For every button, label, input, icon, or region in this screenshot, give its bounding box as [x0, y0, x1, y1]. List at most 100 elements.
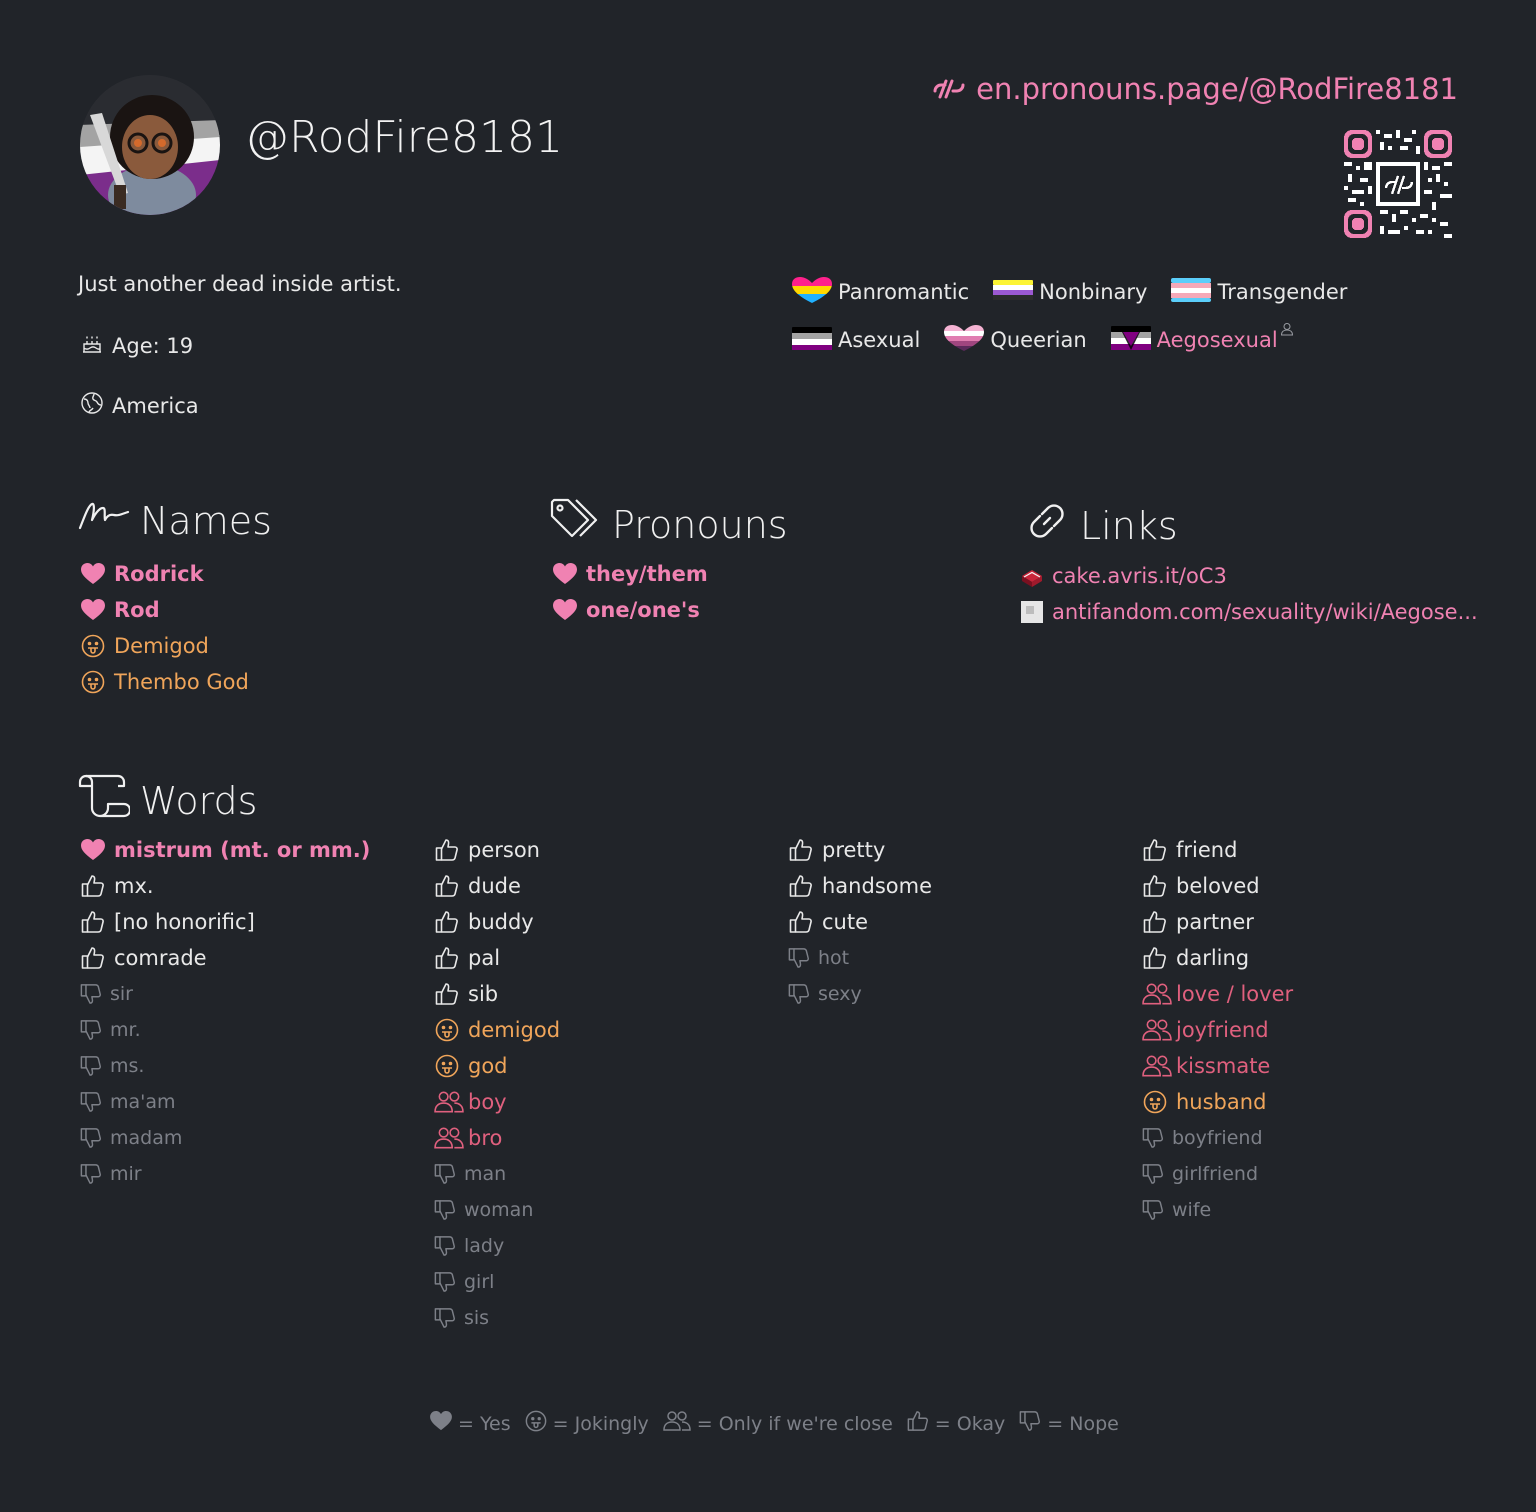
asexual-flag-icon	[792, 325, 838, 356]
queerian-flag-icon	[944, 324, 990, 356]
word-label: girl	[464, 1271, 495, 1293]
profile-url-text[interactable]: en.pronouns.page/@RodFire8181	[976, 72, 1458, 106]
word-item: boyfriend	[1142, 1120, 1293, 1156]
word-label: pretty	[822, 838, 886, 862]
word-item: [no honorific]	[80, 904, 370, 940]
thumbs-down-icon	[434, 1199, 456, 1221]
thumbs-down-icon	[80, 1019, 102, 1041]
username: @RodFire8181	[245, 112, 563, 163]
word-label: hot	[818, 947, 850, 969]
word-item: mistrum (mt. or mm.)	[80, 832, 370, 868]
transgender-flag-icon	[1171, 277, 1217, 308]
tongue-face-icon	[80, 669, 106, 695]
bio: Just another dead inside artist.	[78, 272, 402, 296]
thumbs-up-icon	[907, 1410, 929, 1437]
word-item: boy	[434, 1084, 560, 1120]
word-item: pal	[434, 940, 560, 976]
heart-icon	[80, 837, 106, 863]
people-icon	[662, 1410, 691, 1437]
thumbs-up-icon	[1142, 945, 1168, 971]
location-row: America	[80, 391, 199, 420]
word-item: god	[434, 1048, 560, 1084]
flag-queerian[interactable]: Queerian	[944, 324, 1087, 356]
link-antifandom[interactable]: antifandom.com/sexuality/wiki/Aegose...	[1020, 594, 1478, 630]
word-item: ms.	[80, 1048, 370, 1084]
word-label: [no honorific]	[114, 910, 255, 934]
link-cake[interactable]: cake.avris.it/oC3	[1020, 558, 1478, 594]
list-item[interactable]: one/one's	[552, 592, 708, 628]
word-label: kissmate	[1176, 1054, 1271, 1078]
pronouns-page-logo-icon	[932, 72, 968, 106]
word-item: sir	[80, 976, 370, 1012]
flag-asexual[interactable]: Asexual	[792, 325, 920, 356]
thumbs-up-icon	[80, 909, 106, 935]
pronouns-section-title: Pronouns	[550, 498, 788, 551]
words-column-3: pretty handsome cute hot sexy	[788, 832, 932, 1012]
word-item: woman	[434, 1192, 560, 1228]
word-label: sexy	[818, 983, 862, 1005]
list-item[interactable]: they/them	[552, 556, 708, 592]
word-item: sib	[434, 976, 560, 1012]
word-item: joyfriend	[1142, 1012, 1293, 1048]
thumbs-down-icon	[80, 1091, 102, 1113]
word-item: husband	[1142, 1084, 1293, 1120]
word-label: madam	[110, 1127, 183, 1149]
thumbs-down-icon	[1142, 1127, 1164, 1149]
word-label: girlfriend	[1172, 1163, 1259, 1185]
thumbs-up-icon	[1142, 873, 1168, 899]
words-column-2: person dude buddy pal sib demigod god boy bro man…	[434, 832, 560, 1336]
qr-code	[1344, 130, 1452, 238]
globe-icon	[80, 391, 104, 420]
thumbs-up-icon	[434, 945, 460, 971]
flag-aegosexual[interactable]: Aegosexual	[1110, 322, 1300, 356]
word-item: madam	[80, 1120, 370, 1156]
flag-nonbinary[interactable]: Nonbinary	[993, 277, 1147, 308]
aegosexual-flag-icon	[1110, 325, 1157, 356]
list-item: Demigod	[80, 628, 249, 664]
age-row: Age: 19	[80, 331, 193, 360]
user-icon	[1280, 317, 1300, 341]
word-item: girlfriend	[1142, 1156, 1293, 1192]
word-item: hot	[788, 940, 932, 976]
words-section-title: Words	[78, 774, 257, 827]
thumbs-up-icon	[434, 909, 460, 935]
word-item: love / lover	[1142, 976, 1293, 1012]
thumbs-down-icon	[80, 983, 102, 1005]
word-label: woman	[464, 1199, 534, 1221]
word-label: mx.	[114, 874, 154, 898]
word-item: demigod	[434, 1012, 560, 1048]
word-item: man	[434, 1156, 560, 1192]
people-icon	[1142, 1017, 1172, 1043]
thumbs-up-icon	[80, 945, 106, 971]
legend-okay: = Okay	[907, 1410, 1005, 1437]
thumbs-down-icon	[80, 1163, 102, 1185]
thumbs-up-icon	[788, 873, 814, 899]
word-label: mistrum (mt. or mm.)	[114, 838, 371, 862]
heart-icon	[552, 561, 578, 587]
word-label: lady	[464, 1235, 505, 1257]
word-item: wife	[1142, 1192, 1293, 1228]
tags-icon	[550, 498, 602, 551]
thumbs-down-icon	[80, 1055, 102, 1077]
word-item: pretty	[788, 832, 932, 868]
word-label: mir	[110, 1163, 142, 1185]
word-item: dude	[434, 868, 560, 904]
flag-panromantic[interactable]: Panromantic	[792, 276, 969, 308]
thumbs-down-icon	[1142, 1163, 1164, 1185]
thumbs-down-icon	[80, 1127, 102, 1149]
word-item: mr.	[80, 1012, 370, 1048]
word-item: beloved	[1142, 868, 1293, 904]
word-item: person	[434, 832, 560, 868]
word-item: handsome	[788, 868, 932, 904]
profile-url[interactable]: en.pronouns.page/@RodFire8181	[932, 72, 1458, 106]
word-item: lady	[434, 1228, 560, 1264]
people-icon	[434, 1089, 464, 1115]
word-item: darling	[1142, 940, 1293, 976]
legend-yes: = Yes	[430, 1411, 511, 1436]
birthday-cake-icon	[80, 331, 104, 360]
word-label: comrade	[114, 946, 207, 970]
links-section-title: Links	[1024, 498, 1178, 553]
heart-icon	[80, 597, 106, 623]
flag-transgender[interactable]: Transgender	[1171, 277, 1347, 308]
word-label: mr.	[110, 1019, 141, 1041]
